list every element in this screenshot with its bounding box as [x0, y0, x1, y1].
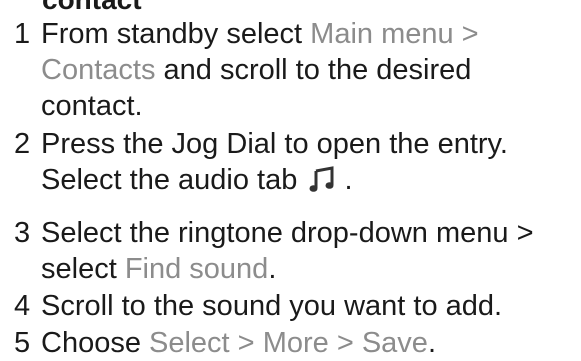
text-run: .	[336, 164, 353, 196]
menu-path-contacts: Contacts	[41, 54, 156, 86]
menu-separator: >	[328, 327, 362, 359]
step-line: From standby select Main menu >	[41, 16, 581, 52]
menu-path-find-sound: Find sound	[124, 253, 269, 285]
menu-path-select: Select	[149, 327, 230, 359]
step-line: Press the Jog Dial to open the entry.	[41, 126, 581, 162]
step-text: Press the Jog Dial to open the entry. Se…	[41, 126, 581, 198]
step-line: Contacts and scroll to the desired	[41, 52, 581, 88]
step-text: Select the ringtone drop-down menu > sel…	[41, 215, 581, 287]
text-run: .	[427, 327, 436, 359]
text-run: Select the ringtone drop-down menu >	[41, 217, 534, 249]
step-text: Scroll to the sound you want to add.	[41, 288, 581, 324]
step-number: 4	[14, 290, 31, 322]
menu-path-save: Save	[361, 327, 428, 359]
step-number: 5	[14, 327, 31, 359]
section-heading-fragment: contact	[42, 0, 142, 14]
menu-separator: >	[453, 18, 479, 50]
step-number: 1	[14, 18, 31, 50]
step-line: Choose Select > More > Save.	[41, 325, 581, 361]
text-run: From standby select	[41, 18, 311, 50]
text-run: Select the audio tab	[41, 164, 306, 196]
text-run: and scroll to the desired	[155, 54, 472, 86]
step-line: Select the ringtone drop-down menu >	[41, 215, 581, 251]
music-note-icon	[308, 165, 336, 193]
step-number: 3	[14, 217, 31, 249]
step-text: From standby select Main menu > Contacts…	[41, 16, 581, 124]
text-run: Choose	[41, 327, 150, 359]
text-run: Press the Jog Dial to open the entry.	[41, 128, 508, 160]
step-line: contact.	[41, 88, 581, 124]
menu-separator: >	[229, 327, 263, 359]
menu-path-more: More	[262, 327, 329, 359]
text-run: contact.	[41, 90, 143, 122]
step-number: 2	[14, 128, 31, 160]
step-line: Scroll to the sound you want to add.	[41, 288, 581, 324]
text-run: Scroll to the sound you want to add.	[41, 290, 503, 322]
menu-path-main-menu: Main menu	[310, 18, 454, 50]
text-run: .	[268, 253, 277, 285]
step-line: Select the audio tab .	[41, 162, 581, 198]
step-text: Choose Select > More > Save.	[41, 325, 581, 361]
text-run: select	[41, 253, 125, 285]
step-line: select Find sound.	[41, 251, 581, 287]
